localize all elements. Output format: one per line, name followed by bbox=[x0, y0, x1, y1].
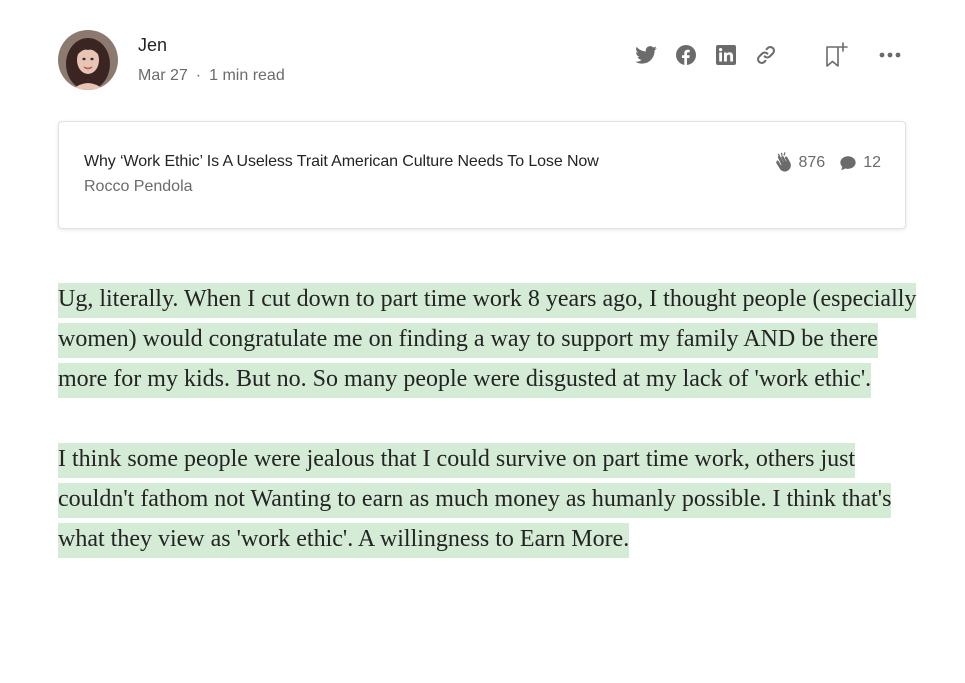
bookmark-button[interactable] bbox=[823, 42, 849, 68]
author-avatar[interactable] bbox=[58, 30, 118, 90]
read-time: 1 min read bbox=[209, 67, 285, 84]
referenced-story-stats: 876 12 bbox=[771, 152, 881, 174]
body-paragraph: Ug, literally. When I cut down to part t… bbox=[58, 279, 918, 399]
clap-count-value: 876 bbox=[798, 154, 826, 171]
facebook-icon bbox=[676, 45, 696, 65]
twitter-icon bbox=[635, 46, 657, 64]
share-linkedin-button[interactable] bbox=[713, 42, 739, 68]
more-icon bbox=[879, 52, 901, 58]
share-twitter-button[interactable] bbox=[633, 42, 659, 68]
body-paragraph: I think some people were jealous that I … bbox=[58, 439, 918, 559]
linkedin-icon bbox=[716, 45, 736, 65]
clap-icon bbox=[775, 152, 791, 172]
post-date: Mar 27 bbox=[138, 67, 188, 84]
clap-count: 876 bbox=[771, 152, 826, 174]
link-icon bbox=[757, 46, 775, 64]
referenced-story-card[interactable]: Why ‘Work Ethic’ Is A Useless Trait Amer… bbox=[58, 121, 906, 229]
share-facebook-button[interactable] bbox=[673, 42, 699, 68]
response-body: Ug, literally. When I cut down to part t… bbox=[58, 279, 918, 599]
avatar-portrait-icon bbox=[58, 30, 118, 90]
author-name[interactable]: Jen bbox=[138, 35, 167, 56]
comment-icon bbox=[840, 156, 856, 171]
referenced-story-author: Rocco Pendola bbox=[84, 178, 193, 195]
bookmark-add-icon bbox=[826, 42, 848, 67]
response-count-value: 12 bbox=[863, 154, 881, 171]
referenced-story-title: Why ‘Work Ethic’ Is A Useless Trait Amer… bbox=[84, 153, 599, 170]
highlighted-text[interactable]: I think some people were jealous that I … bbox=[58, 443, 892, 558]
highlighted-text[interactable]: Ug, literally. When I cut down to part t… bbox=[58, 283, 917, 398]
meta-separator: · bbox=[195, 67, 202, 84]
response-count: 12 bbox=[839, 154, 881, 172]
more-options-button[interactable] bbox=[877, 42, 903, 68]
copy-link-button[interactable] bbox=[753, 42, 779, 68]
post-meta: Mar 27 · 1 min read bbox=[138, 67, 285, 85]
